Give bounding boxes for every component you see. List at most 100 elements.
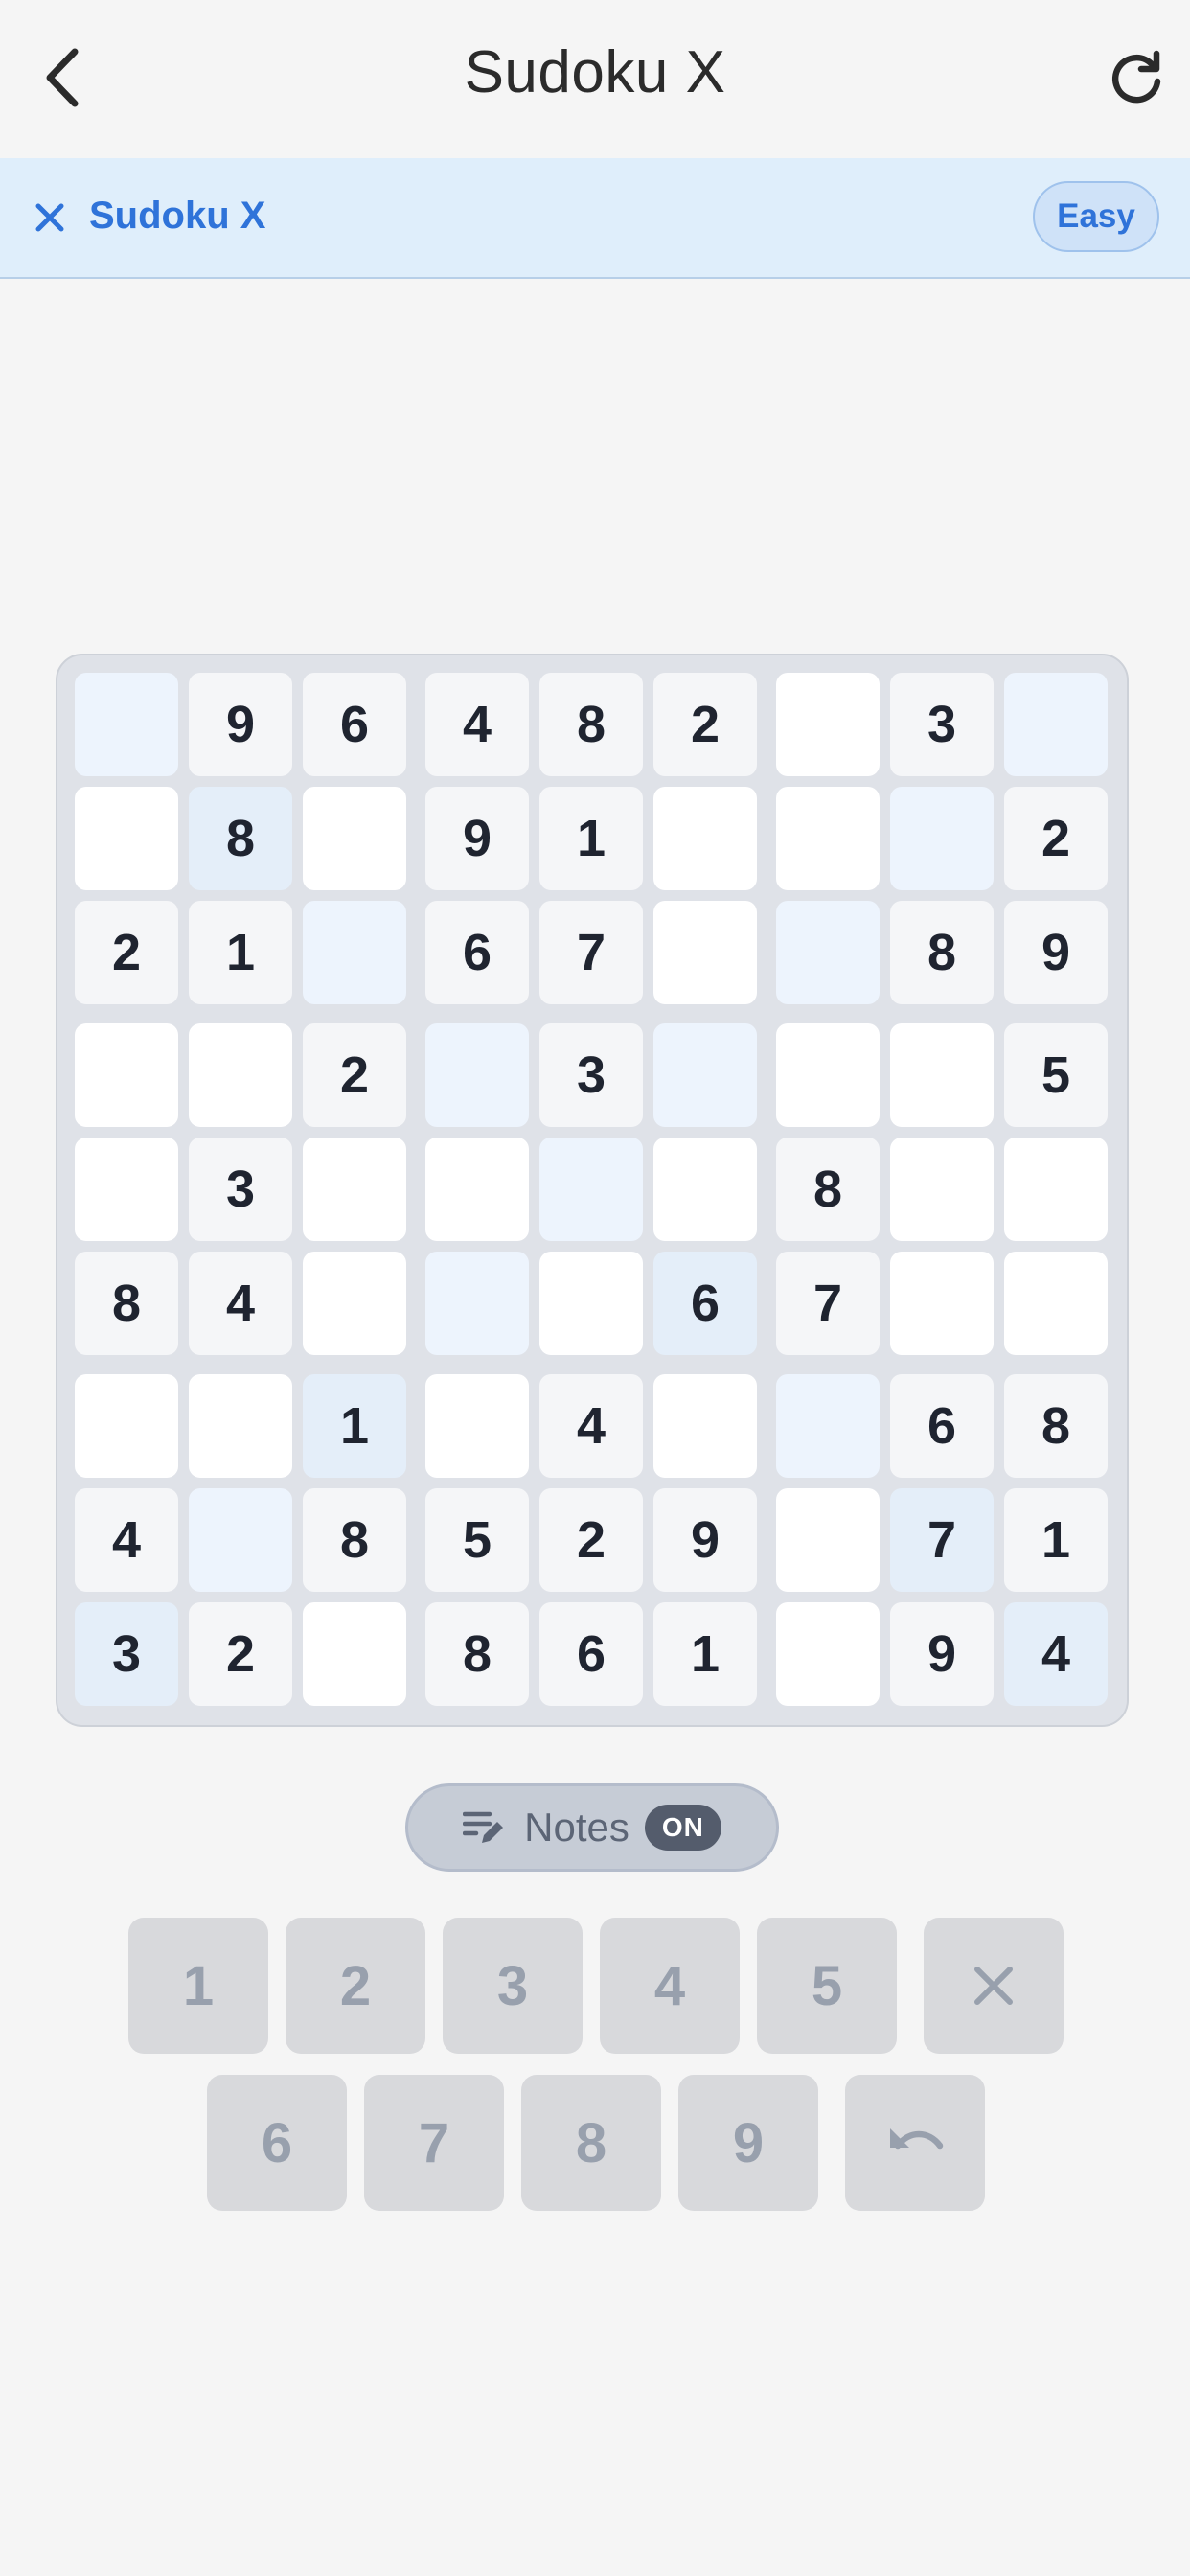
board-cell-r1c9[interactable] — [1004, 673, 1108, 776]
board-cell-r3c2[interactable]: 1 — [189, 901, 292, 1004]
board-cell-r4c4[interactable] — [425, 1024, 529, 1127]
board-cell-r1c2[interactable]: 9 — [189, 673, 292, 776]
board-cell-r6c1[interactable]: 8 — [75, 1252, 178, 1355]
key-4[interactable]: 4 — [600, 1918, 740, 2054]
board-cell-r9c6[interactable]: 1 — [653, 1602, 757, 1706]
board-cell-r9c7[interactable] — [776, 1602, 880, 1706]
banner-title: Sudoku X — [89, 195, 266, 237]
board-cell-r8c1[interactable]: 4 — [75, 1488, 178, 1592]
board-cell-r9c2[interactable]: 2 — [189, 1602, 292, 1706]
key-3[interactable]: 3 — [443, 1918, 583, 2054]
board-cell-r5c9[interactable] — [1004, 1138, 1108, 1241]
board-cell-r7c8[interactable]: 6 — [890, 1374, 994, 1478]
board-cell-r8c8[interactable]: 7 — [890, 1488, 994, 1592]
board-cell-r3c9[interactable]: 9 — [1004, 901, 1108, 1004]
board-cell-r9c1[interactable]: 3 — [75, 1602, 178, 1706]
board-cell-r1c8[interactable]: 3 — [890, 673, 994, 776]
board-cell-r1c3[interactable]: 6 — [303, 673, 406, 776]
difficulty-badge[interactable]: Easy — [1033, 181, 1159, 252]
board-cell-r3c6[interactable] — [653, 901, 757, 1004]
board-cell-r5c6[interactable] — [653, 1138, 757, 1241]
board-cell-r8c3[interactable]: 8 — [303, 1488, 406, 1592]
board-cell-r9c8[interactable]: 9 — [890, 1602, 994, 1706]
board-cell-r5c2[interactable]: 3 — [189, 1138, 292, 1241]
board-cell-r7c5[interactable]: 4 — [539, 1374, 643, 1478]
board-cell-r2c2[interactable]: 8 — [189, 787, 292, 890]
board-cell-r4c7[interactable] — [776, 1024, 880, 1127]
board-cell-r7c6[interactable] — [653, 1374, 757, 1478]
key-9[interactable]: 9 — [678, 2075, 818, 2211]
board-cell-r7c4[interactable] — [425, 1374, 529, 1478]
board-cell-r9c3[interactable] — [303, 1602, 406, 1706]
board-cell-r1c5[interactable]: 8 — [539, 673, 643, 776]
board-cell-r8c2[interactable] — [189, 1488, 292, 1592]
board-cell-r6c2[interactable]: 4 — [189, 1252, 292, 1355]
board-cell-r5c8[interactable] — [890, 1138, 994, 1241]
board-cell-r6c5[interactable] — [539, 1252, 643, 1355]
board-cell-r4c2[interactable] — [189, 1024, 292, 1127]
notes-label: Notes — [524, 1805, 629, 1850]
refresh-icon — [1111, 50, 1161, 104]
board-cell-r6c8[interactable] — [890, 1252, 994, 1355]
board-cell-r8c9[interactable]: 1 — [1004, 1488, 1108, 1592]
board-cell-r2c8[interactable] — [890, 787, 994, 890]
board-cell-r7c1[interactable] — [75, 1374, 178, 1478]
board-cell-r4c5[interactable]: 3 — [539, 1024, 643, 1127]
board-cell-r7c3[interactable]: 1 — [303, 1374, 406, 1478]
board-cell-r3c3[interactable] — [303, 901, 406, 1004]
board-cell-r5c1[interactable] — [75, 1138, 178, 1241]
key-6[interactable]: 6 — [207, 2075, 347, 2211]
board-cell-r2c9[interactable]: 2 — [1004, 787, 1108, 890]
board-cell-r6c9[interactable] — [1004, 1252, 1108, 1355]
board-cell-r5c3[interactable] — [303, 1138, 406, 1241]
board-cell-r9c4[interactable]: 8 — [425, 1602, 529, 1706]
board-cell-r1c1[interactable] — [75, 673, 178, 776]
board-cell-r3c4[interactable]: 6 — [425, 901, 529, 1004]
board-cell-r2c1[interactable] — [75, 787, 178, 890]
key-2[interactable]: 2 — [286, 1918, 425, 2054]
board-cell-r2c7[interactable] — [776, 787, 880, 890]
board-cell-r3c7[interactable] — [776, 901, 880, 1004]
board-cell-r8c4[interactable]: 5 — [425, 1488, 529, 1592]
board-cell-r8c6[interactable]: 9 — [653, 1488, 757, 1592]
board-cell-r7c7[interactable] — [776, 1374, 880, 1478]
key-8[interactable]: 8 — [521, 2075, 661, 2211]
board-cell-r4c3[interactable]: 2 — [303, 1024, 406, 1127]
board-cell-r1c4[interactable]: 4 — [425, 673, 529, 776]
board-cell-r3c1[interactable]: 2 — [75, 901, 178, 1004]
sudoku-board: 9648238912216789235388467146848529713286… — [56, 654, 1129, 1727]
board-cell-r5c5[interactable] — [539, 1138, 643, 1241]
board-cell-r2c6[interactable] — [653, 787, 757, 890]
board-cell-r4c9[interactable]: 5 — [1004, 1024, 1108, 1127]
board-cell-r7c2[interactable] — [189, 1374, 292, 1478]
board-cell-r4c8[interactable] — [890, 1024, 994, 1127]
board-cell-r8c5[interactable]: 2 — [539, 1488, 643, 1592]
undo-button[interactable] — [845, 2075, 985, 2211]
board-cell-r6c7[interactable]: 7 — [776, 1252, 880, 1355]
board-cell-r9c5[interactable]: 6 — [539, 1602, 643, 1706]
board-cell-r6c3[interactable] — [303, 1252, 406, 1355]
board-cell-r6c6[interactable]: 6 — [653, 1252, 757, 1355]
board-cell-r2c3[interactable] — [303, 787, 406, 890]
board-cell-r5c7[interactable]: 8 — [776, 1138, 880, 1241]
board-cell-r8c7[interactable] — [776, 1488, 880, 1592]
key-1[interactable]: 1 — [128, 1918, 268, 2054]
board-cell-r3c8[interactable]: 8 — [890, 901, 994, 1004]
board-cell-r6c4[interactable] — [425, 1252, 529, 1355]
board-cell-r1c6[interactable]: 2 — [653, 673, 757, 776]
board-cell-r7c9[interactable]: 8 — [1004, 1374, 1108, 1478]
board-cell-r2c5[interactable]: 1 — [539, 787, 643, 890]
board-cell-r9c9[interactable]: 4 — [1004, 1602, 1108, 1706]
board-cell-r3c5[interactable]: 7 — [539, 901, 643, 1004]
banner-close-button[interactable] — [29, 196, 71, 239]
key-7[interactable]: 7 — [364, 2075, 504, 2211]
refresh-button[interactable] — [1102, 43, 1171, 112]
board-cell-r2c4[interactable]: 9 — [425, 787, 529, 890]
notes-toggle-button[interactable]: Notes ON — [405, 1783, 779, 1872]
erase-button[interactable] — [924, 1918, 1064, 2054]
board-cell-r5c4[interactable] — [425, 1138, 529, 1241]
board-cell-r1c7[interactable] — [776, 673, 880, 776]
key-5[interactable]: 5 — [757, 1918, 897, 2054]
board-cell-r4c1[interactable] — [75, 1024, 178, 1127]
board-cell-r4c6[interactable] — [653, 1024, 757, 1127]
